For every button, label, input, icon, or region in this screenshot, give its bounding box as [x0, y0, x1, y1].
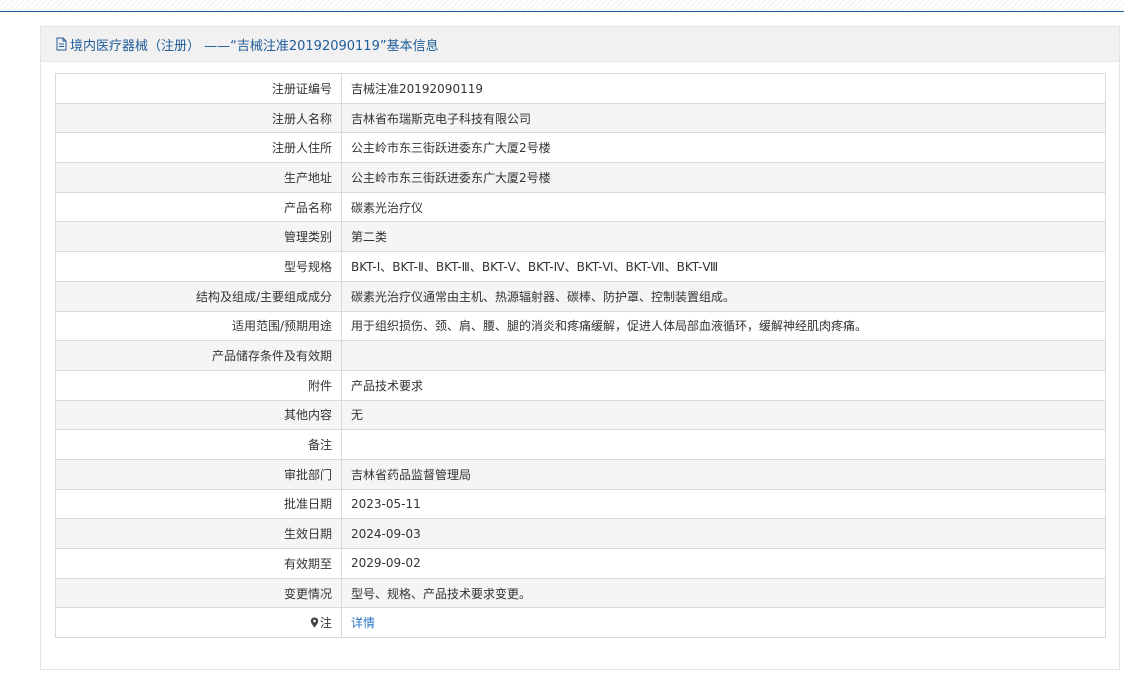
row-value: 2029-09-02	[341, 548, 1106, 579]
table-row: 产品名称 碳素光治疗仪	[55, 191, 1106, 223]
table-row: 附件 产品技术要求	[55, 369, 1106, 401]
table-row: 型号规格 BKT-Ⅰ、BKT-Ⅱ、BKT-Ⅲ、BKT-Ⅴ、BKT-Ⅳ、BKT-Ⅵ、…	[55, 251, 1106, 282]
row-value: 第二类	[341, 221, 1106, 253]
pin-icon	[310, 617, 319, 628]
row-label: 变更情况	[55, 577, 342, 609]
row-value: 碳素光治疗仪通常由主机、热源辐射器、碳棒、防护罩、控制装置组成。	[341, 280, 1106, 312]
row-value: BKT-Ⅰ、BKT-Ⅱ、BKT-Ⅲ、BKT-Ⅴ、BKT-Ⅳ、BKT-Ⅵ、BKT-…	[341, 251, 1106, 282]
page-title: 境内医疗器械（注册） ——“吉械注准20192090119”基本信息	[70, 38, 439, 54]
row-value: 公主岭市东三街跃进委东广大厦2号楼	[341, 132, 1106, 164]
table-row: 注册人住所 公主岭市东三街跃进委东广大厦2号楼	[55, 132, 1106, 164]
row-label: 注册人名称	[55, 102, 342, 134]
row-label: 注册人住所	[55, 132, 342, 164]
row-label: 结构及组成/主要组成成分	[55, 280, 342, 312]
row-value: 无	[341, 399, 1106, 431]
table-row: 批准日期 2023-05-11	[55, 488, 1106, 520]
table-row: 备注	[55, 429, 1106, 460]
row-value: 产品技术要求	[341, 369, 1106, 401]
row-label: 生产地址	[55, 162, 342, 193]
row-label: 适用范围/预期用途	[55, 310, 342, 342]
table-row: 适用范围/预期用途 用于组织损伤、颈、肩、腰、腿的消炎和疼痛缓解，促进人体局部血液…	[55, 310, 1106, 342]
table-row: 生产地址 公主岭市东三街跃进委东广大厦2号楼	[55, 162, 1106, 193]
top-band	[0, 0, 1124, 12]
table-row: 注 详情	[55, 607, 1106, 639]
row-value: 型号、规格、产品技术要求变更。	[341, 577, 1106, 609]
row-label: 批准日期	[55, 488, 342, 520]
row-label: 审批部门	[55, 458, 342, 490]
table-row: 注册人名称 吉林省布瑞斯克电子科技有限公司	[55, 102, 1106, 134]
row-value: 2023-05-11	[341, 488, 1106, 520]
row-label: 备注	[55, 429, 342, 460]
table-row: 其他内容无	[55, 399, 1106, 431]
details-link[interactable]: 详情	[351, 616, 375, 630]
row-value: 公主岭市东三街跃进委东广大厦2号楼	[341, 162, 1106, 193]
table-row: 结构及组成/主要组成成分 碳素光治疗仪通常由主机、热源辐射器、碳棒、防护罩、控制装…	[55, 280, 1106, 312]
row-label: 附件	[55, 369, 342, 401]
document-icon	[55, 37, 68, 51]
note-label: 注	[319, 616, 332, 631]
table-row: 注册证编号 吉械注准20192090119	[55, 73, 1106, 104]
panel-header: 境内医疗器械（注册） ——“吉械注准20192090119”基本信息	[41, 27, 1119, 62]
row-value: 碳素光治疗仪	[341, 191, 1106, 223]
row-value	[341, 429, 1106, 460]
row-label: 有效期至	[55, 548, 342, 579]
row-value-note: 详情	[341, 607, 1106, 639]
table-row: 生效日期 2024-09-03	[55, 518, 1106, 549]
row-value: 吉林省药品监督管理局	[341, 458, 1106, 490]
info-table: 注册证编号 吉械注准20192090119 注册人名称 吉林省布瑞斯克电子科技有限公…	[55, 73, 1106, 639]
row-value	[341, 340, 1106, 371]
row-label: 产品名称	[55, 191, 342, 223]
info-panel: 境内医疗器械（注册） ——“吉械注准20192090119”基本信息 注册证编号…	[40, 26, 1120, 670]
table-row: 审批部门 吉林省药品监督管理局	[55, 458, 1106, 490]
table-row: 有效期至 2029-09-02	[55, 548, 1106, 579]
row-value: 吉林省布瑞斯克电子科技有限公司	[341, 102, 1106, 134]
row-label: 注册证编号	[55, 73, 342, 104]
row-value: 2024-09-03	[341, 518, 1106, 549]
row-label: 型号规格	[55, 251, 342, 282]
row-label: 管理类别	[55, 221, 342, 253]
row-label: 产品储存条件及有效期	[55, 340, 342, 371]
table-row: 变更情况 型号、规格、产品技术要求变更。	[55, 577, 1106, 609]
table-row: 管理类别 第二类	[55, 221, 1106, 253]
row-value: 吉械注准20192090119	[341, 73, 1106, 104]
row-value: 用于组织损伤、颈、肩、腰、腿的消炎和疼痛缓解，促进人体局部血液循环，缓解神经肌肉…	[341, 310, 1106, 342]
table-row: 产品储存条件及有效期	[55, 340, 1106, 371]
row-label-note: 注	[55, 607, 342, 639]
row-label: 其他内容	[55, 399, 342, 431]
row-label: 生效日期	[55, 518, 342, 549]
